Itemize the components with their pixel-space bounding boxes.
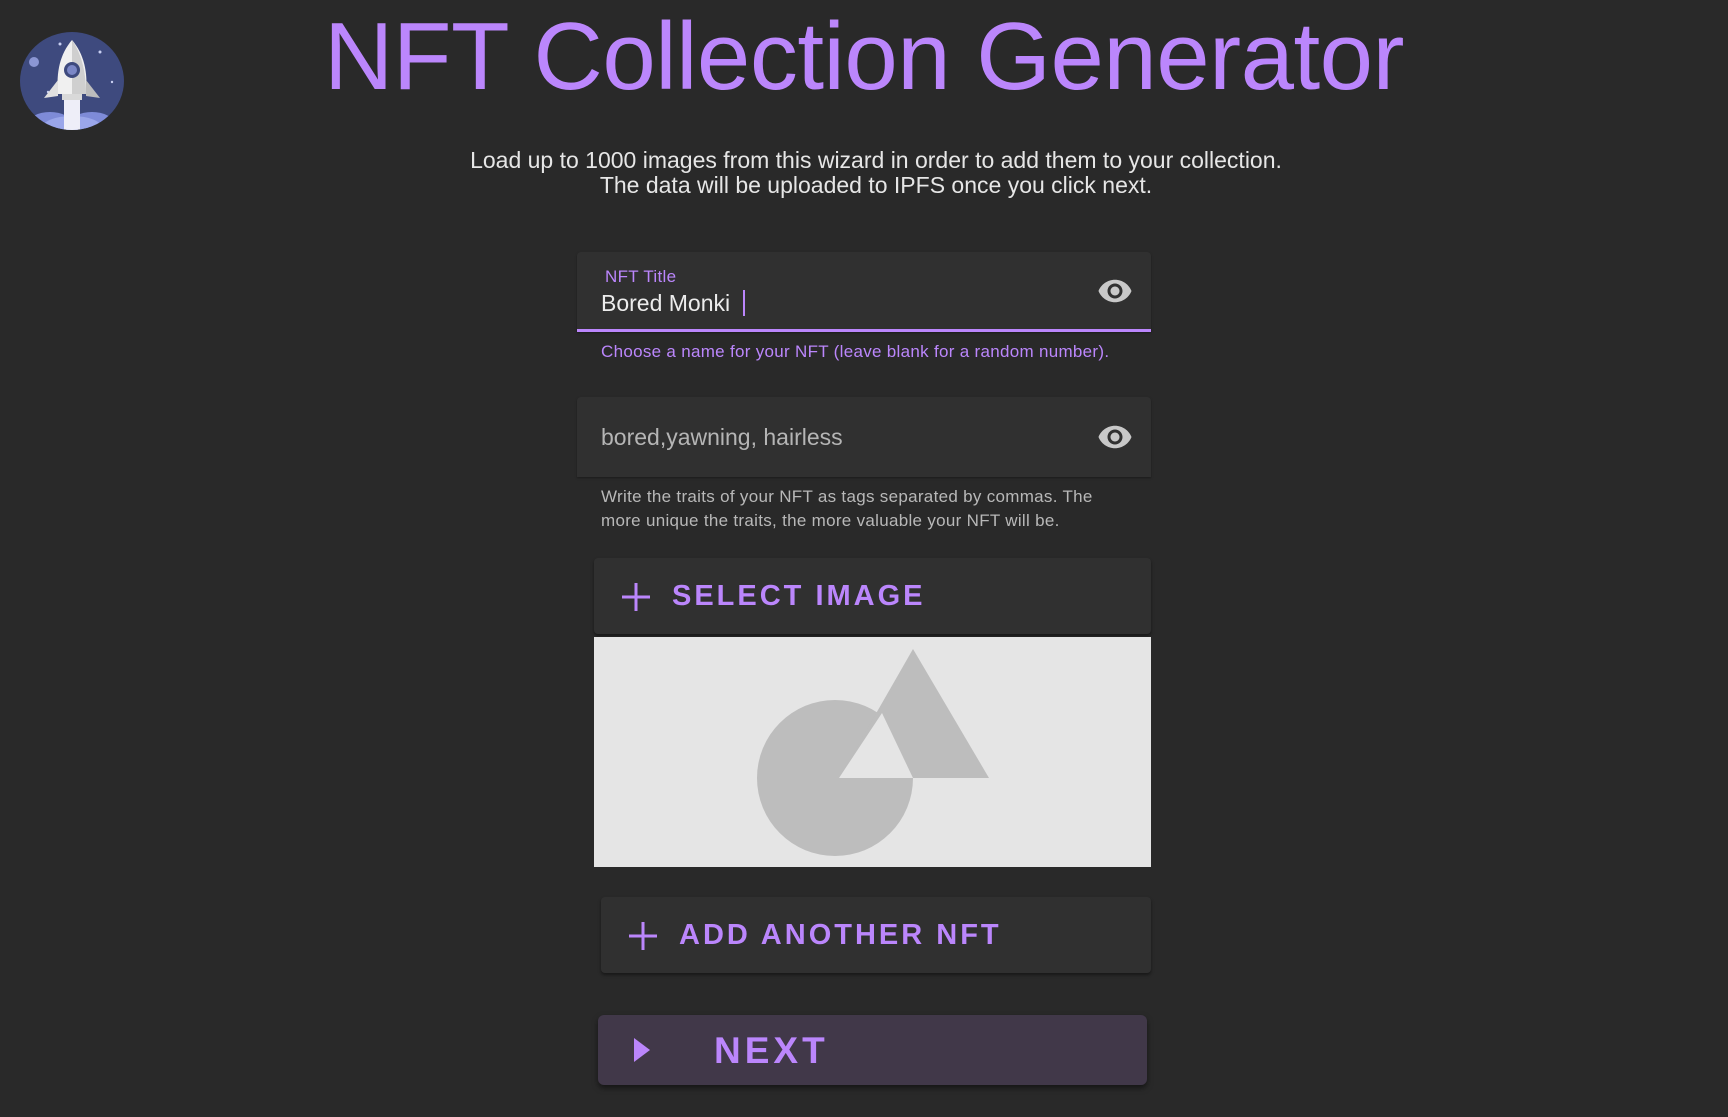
intro-text: Load up to 1000 images from this wizard … [0, 148, 1728, 198]
nft-title-label: NFT Title [605, 267, 677, 286]
add-another-nft-button[interactable]: ADD ANOTHER NFT [601, 897, 1151, 973]
page-title: NFT Collection Generator [324, 3, 1405, 110]
nft-traits-input[interactable]: bored,yawning, hairless [601, 424, 843, 451]
nft-title-value: Bored Monki [601, 290, 731, 316]
image-placeholder-icon [757, 649, 989, 856]
nft-title-field[interactable]: NFT Title Bored Monki [577, 252, 1151, 332]
intro-line-1: Load up to 1000 images from this wizard … [470, 147, 1282, 173]
add-another-nft-label: ADD ANOTHER NFT [679, 919, 1002, 951]
select-image-button[interactable]: SELECT IMAGE [594, 558, 1151, 634]
plus-icon [622, 583, 650, 611]
intro-line-2: The data will be uploaded to IPFS once y… [599, 172, 1153, 198]
nft-traits-field[interactable]: bored,yawning, hairless [577, 397, 1151, 477]
nft-traits-hint: Write the traits of your NFT as tags sep… [601, 487, 1093, 530]
image-preview [594, 637, 1151, 867]
plus-icon [629, 922, 657, 950]
play-arrow-icon [634, 1038, 650, 1062]
eye-icon[interactable] [1097, 419, 1133, 455]
select-image-label: SELECT IMAGE [672, 580, 926, 612]
next-label: NEXT [714, 1030, 829, 1071]
nft-title-input[interactable]: Bored Monki [601, 290, 746, 317]
nft-title-hint: Choose a name for your NFT (leave blank … [601, 342, 1110, 361]
next-button[interactable]: NEXT [598, 1015, 1147, 1085]
eye-icon[interactable] [1097, 273, 1133, 309]
text-caret [743, 290, 746, 316]
